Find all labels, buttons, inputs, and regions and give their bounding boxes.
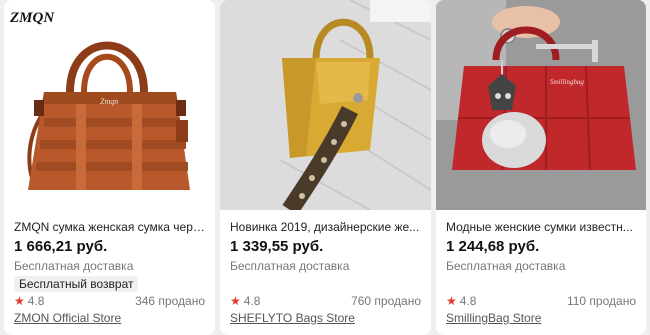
product-row: ZMQN Zmqn ZMQN сумка женская сумка чере.…: [0, 0, 650, 335]
product-rating: ★ 4.8: [230, 294, 260, 308]
product-card[interactable]: Новинка 2019, дизайнерские же... 1 339,5…: [220, 0, 431, 335]
store-link[interactable]: SHEFLYTO Bags Store: [230, 311, 355, 325]
shipping-label: Бесплатная доставка: [446, 259, 566, 273]
product-card[interactable]: Smillingbag Модные женские сумки известн…: [436, 0, 646, 335]
sold-count: 346 продано: [135, 294, 205, 308]
product-rating: ★ 4.8: [14, 294, 44, 308]
product-title[interactable]: Новинка 2019, дизайнерские же...: [230, 220, 423, 234]
product-title[interactable]: Модные женские сумки известн...: [446, 220, 638, 234]
red-handbag-image: Smillingbag: [436, 0, 646, 210]
rating-value: 4.8: [243, 294, 261, 308]
brand-mark: ZMQN: [9, 10, 55, 26]
star-icon: ★: [14, 294, 25, 308]
free-return-badge: Бесплатный возврат: [14, 276, 139, 292]
product-image[interactable]: ZMQN Zmqn: [4, 0, 215, 210]
sold-count: 760 продано: [351, 294, 421, 308]
rating-value: 4.8: [459, 294, 477, 308]
store-link[interactable]: ZMON Official Store: [14, 311, 121, 325]
brown-handbag-image: ZMQN Zmqn: [4, 0, 215, 210]
store-link[interactable]: SmillingBag Store: [446, 311, 541, 325]
star-icon: ★: [230, 294, 241, 308]
product-rating: ★ 4.8: [446, 294, 476, 308]
bag-logo: Zmqn: [100, 97, 118, 106]
product-image[interactable]: [220, 0, 431, 210]
product-image[interactable]: Smillingbag: [436, 0, 646, 210]
star-icon: ★: [446, 294, 457, 308]
product-price: 1 244,68 руб.: [446, 238, 540, 255]
product-price: 1 666,21 руб.: [14, 238, 108, 255]
product-card[interactable]: ZMQN Zmqn ZMQN сумка женская сумка чере.…: [4, 0, 215, 335]
bag-logo: Smillingbag: [550, 78, 584, 86]
product-price: 1 339,55 руб.: [230, 238, 324, 255]
shipping-label: Бесплатная доставка: [230, 259, 350, 273]
sold-count: 110 продано: [566, 294, 636, 308]
rating-value: 4.8: [27, 294, 45, 308]
yellow-handbag-image: [220, 0, 431, 210]
shipping-label: Бесплатная доставка: [14, 259, 134, 273]
product-title[interactable]: ZMQN сумка женская сумка чере...: [14, 220, 207, 234]
